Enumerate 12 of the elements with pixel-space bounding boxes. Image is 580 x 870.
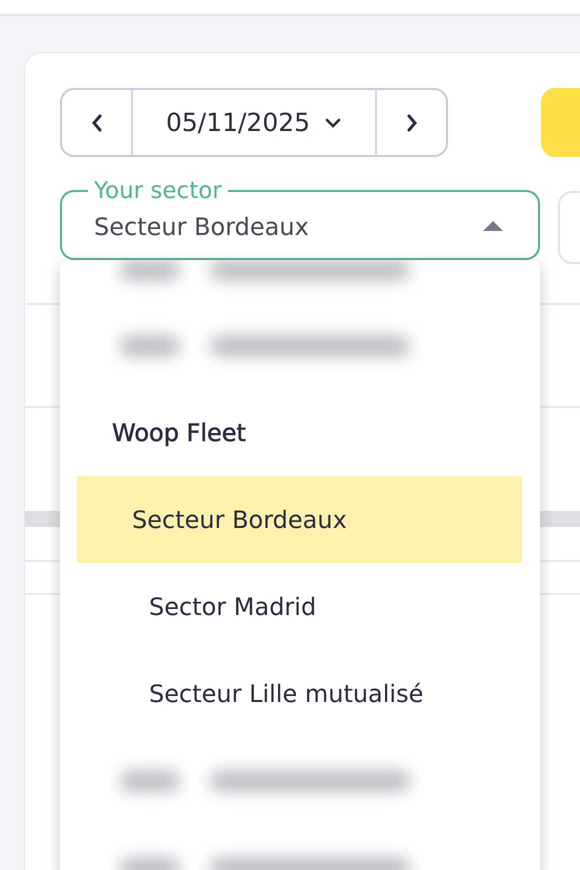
- dropdown-option[interactable]: Secteur Bordeaux: [77, 476, 522, 563]
- date-picker[interactable]: 05/11/2025: [60, 88, 448, 157]
- group-header: Woop Fleet: [111, 418, 247, 448]
- date-dropdown[interactable]: 05/11/2025: [131, 90, 377, 155]
- dropdown-option[interactable]: Sector Madrid: [77, 563, 522, 650]
- field-label: Your sector: [93, 178, 223, 204]
- chevron-down-icon: [324, 116, 342, 128]
- chevron-left-icon: [90, 112, 104, 132]
- chevron-right-icon: [404, 112, 418, 132]
- dropdown-option[interactable]: Secteur Lille mutualisé: [77, 650, 522, 737]
- caret-icon: [482, 220, 504, 232]
- select-value: Secteur Bordeaux: [94, 213, 309, 241]
